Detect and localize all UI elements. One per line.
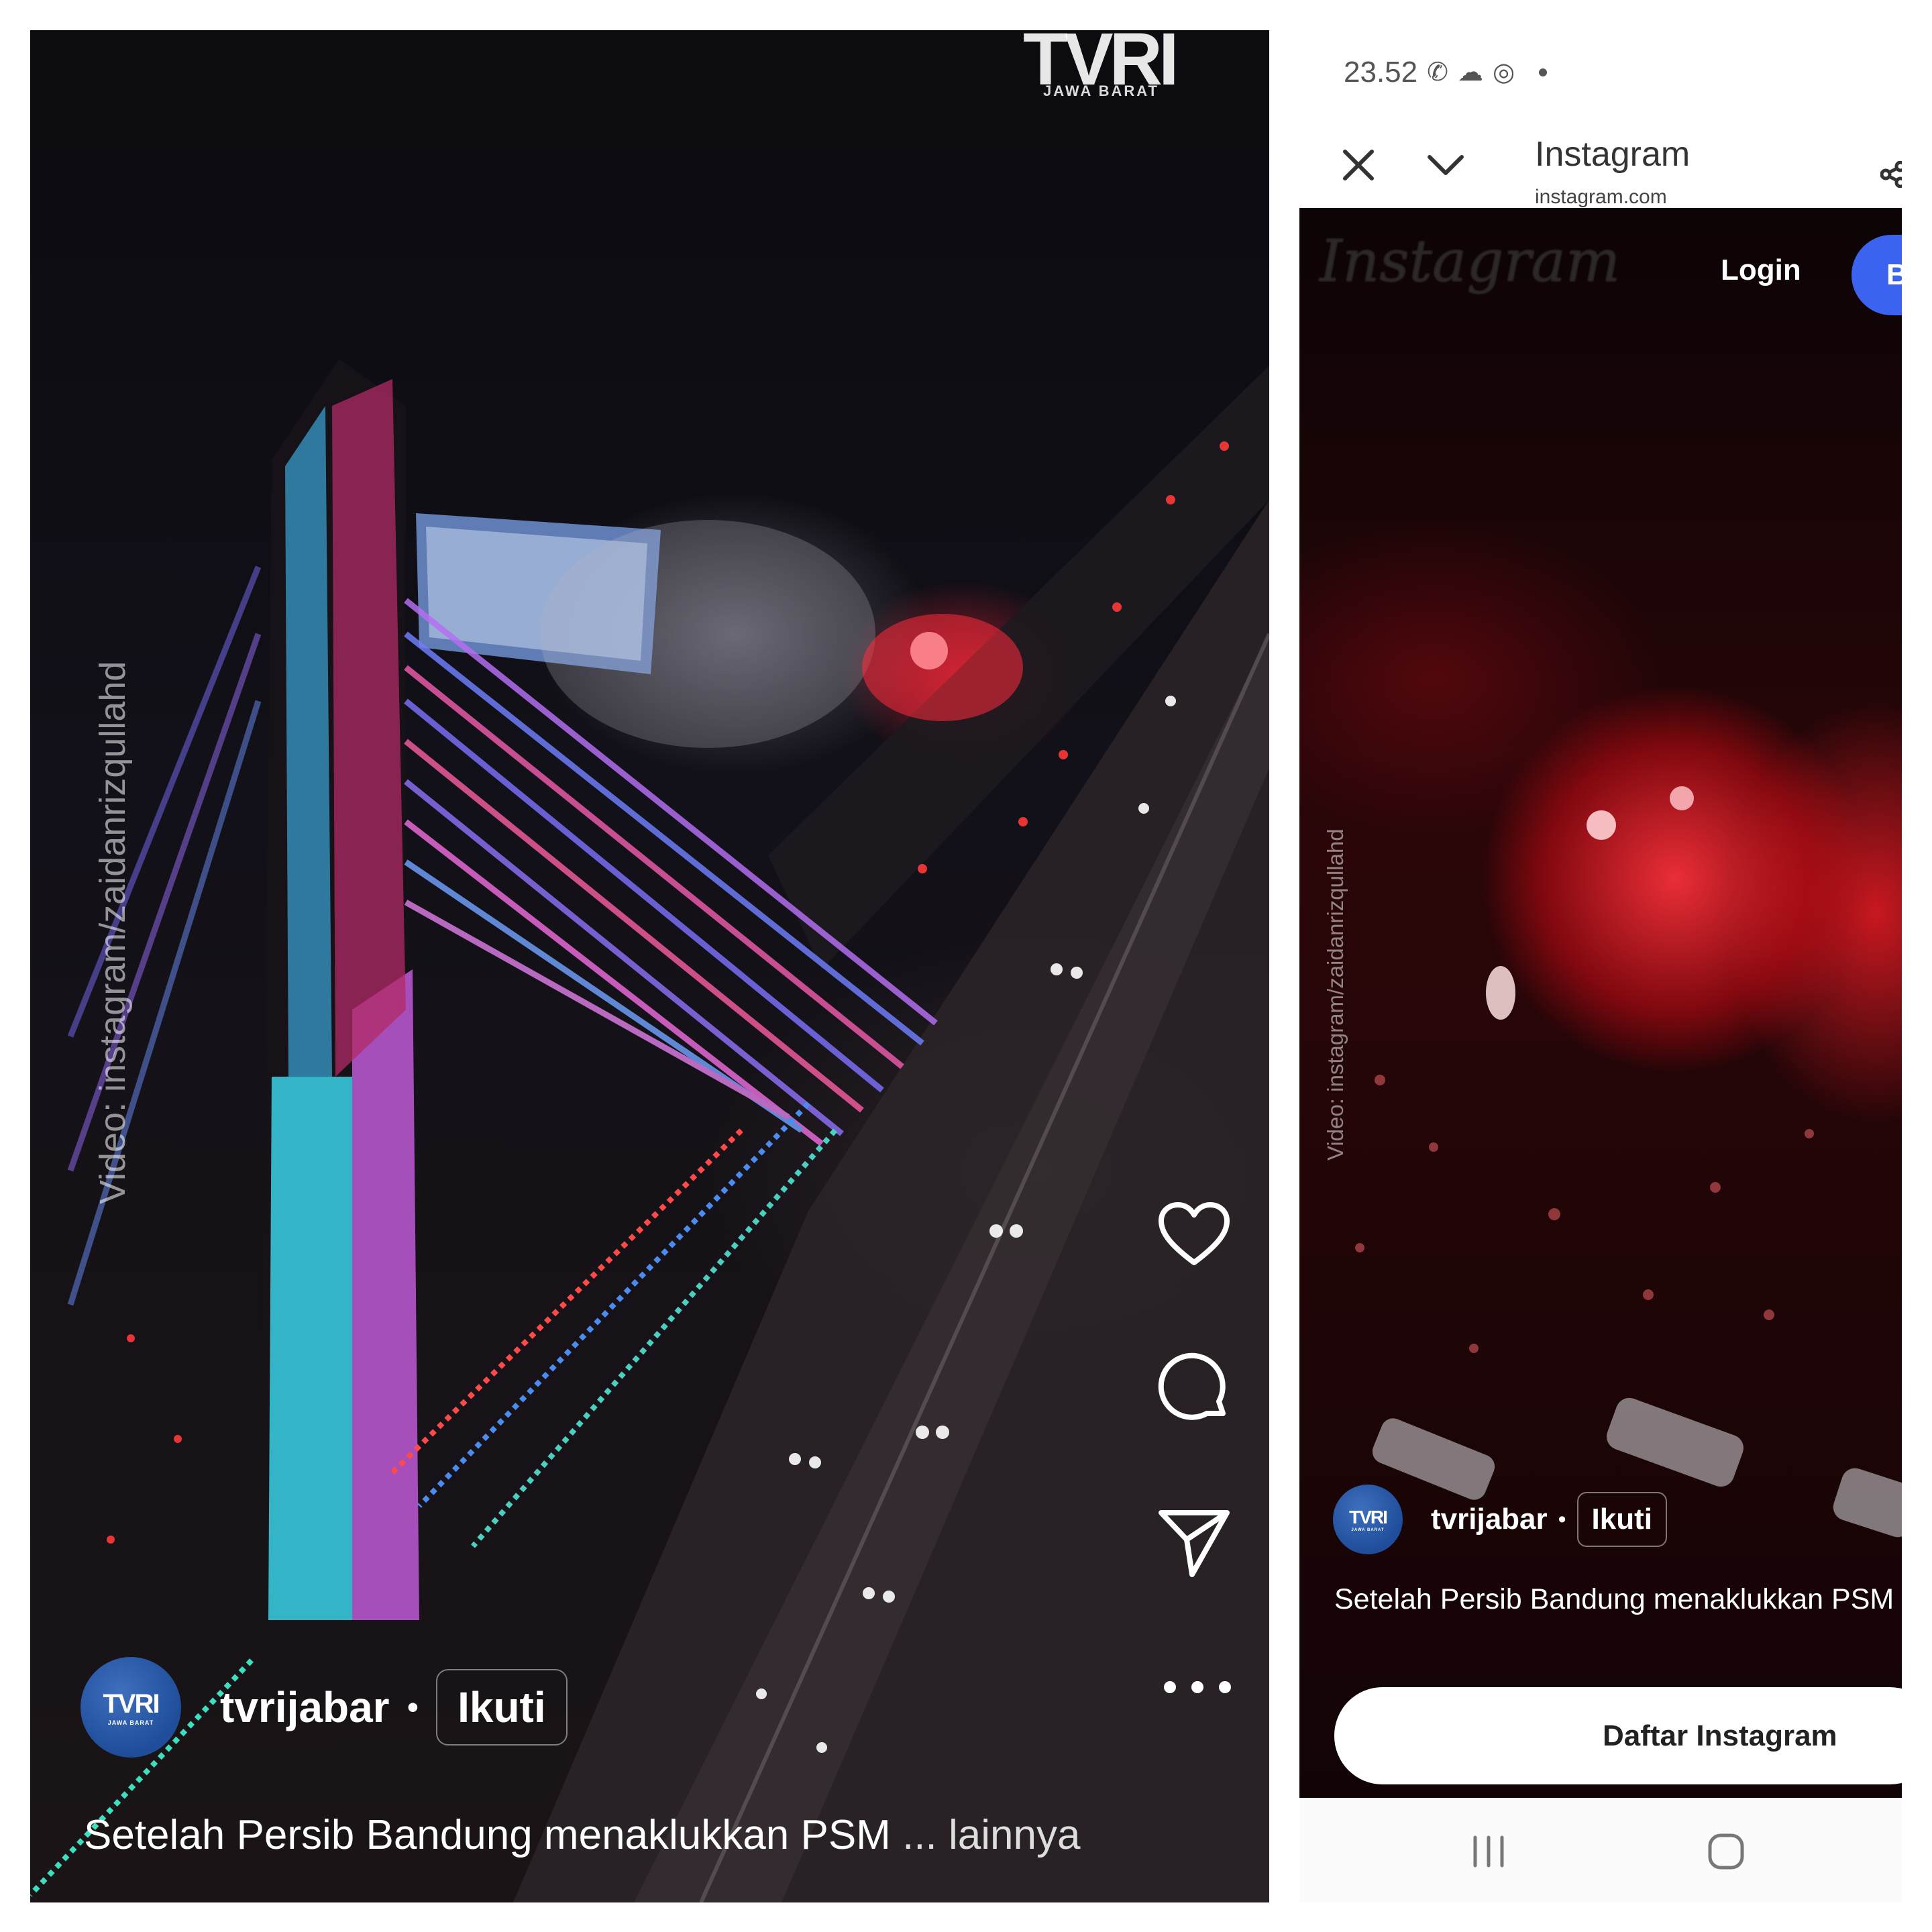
camera-icon: ◎ — [1492, 58, 1515, 87]
reel-video-left[interactable]: TVRI JAWA BARAT Video: instagram/zaidanr… — [30, 30, 1269, 1902]
caption-text: Setelah Persib Bandung menaklukkan PSM — [84, 1812, 891, 1858]
system-navigation-bar — [1299, 1798, 1902, 1902]
home-icon[interactable] — [1707, 1833, 1745, 1870]
separator-dot: • — [1558, 1506, 1566, 1532]
close-icon[interactable] — [1341, 148, 1376, 182]
more-options-button[interactable] — [1164, 1667, 1231, 1707]
chevron-down-icon[interactable] — [1426, 153, 1466, 177]
recent-apps-icon[interactable] — [1471, 1835, 1506, 1868]
cloud-icon: ☁ — [1457, 58, 1483, 87]
avatar-logo-text: TVRI — [1349, 1507, 1388, 1527]
author-row: TVRI JAWA BARAT tvrijabar • Ikuti — [1333, 1485, 1667, 1554]
avatar-logo-text: TVRI — [103, 1688, 160, 1719]
whatsapp-icon: ✆ — [1427, 58, 1448, 87]
custom-tab-toolbar: Instagram instagram.com — [1299, 101, 1902, 208]
status-time: 23.52 — [1344, 55, 1418, 89]
video-credit-watermark: Video: instagram/zaidanrizqullahd — [1323, 828, 1348, 1161]
more-icon — [1164, 1681, 1176, 1693]
status-bar: 23.52 ✆ ☁ ◎ — [1344, 44, 1548, 101]
login-link[interactable]: Login — [1721, 254, 1801, 287]
comment-button[interactable] — [1150, 1345, 1238, 1432]
author-avatar[interactable]: TVRI JAWA BARAT — [80, 1657, 181, 1758]
author-avatar[interactable]: TVRI JAWA BARAT — [1333, 1485, 1403, 1554]
video-credit-watermark: Video: instagram/zaidanrizqullahd — [93, 661, 133, 1205]
notification-dot-icon — [1539, 68, 1548, 76]
comment-icon — [1158, 1352, 1226, 1420]
follow-button[interactable]: Ikuti — [436, 1669, 568, 1746]
caption-more-link[interactable]: ... lainnya — [902, 1812, 1080, 1858]
share-icon[interactable] — [1880, 161, 1902, 188]
signup-instagram-button[interactable]: Daftar Instagram — [1334, 1687, 1902, 1784]
like-button[interactable] — [1150, 1191, 1238, 1278]
instagram-web-view[interactable]: Instagram Login B Video: instagram/zaida… — [1299, 208, 1902, 1798]
flare-crowd-scene-image — [1355, 786, 1902, 1538]
phone-browser-right: 23.52 ✆ ☁ ◎ Instagram instagram.com Inst… — [1299, 30, 1902, 1902]
avatar-logo-sub: JAWA BARAT — [107, 1719, 154, 1726]
reel-caption[interactable]: Setelah Persib Bandung menaklukkan PSM — [1334, 1583, 1894, 1616]
share-icon — [1159, 1510, 1230, 1577]
reel-actions — [1150, 1191, 1238, 1654]
author-username[interactable]: tvrijabar — [220, 1682, 390, 1732]
share-button[interactable] — [1150, 1499, 1238, 1587]
heart-icon — [1159, 1202, 1230, 1265]
reel-caption[interactable]: Setelah Persib Bandung menaklukkan PSM .… — [84, 1811, 1080, 1859]
tab-title: Instagram — [1535, 135, 1690, 174]
author-row: TVRI JAWA BARAT tvrijabar • Ikuti — [80, 1657, 568, 1758]
bridge-scene-image — [30, 359, 1269, 1902]
separator-dot: • — [407, 1688, 419, 1726]
instagram-wordmark-logo[interactable]: Instagram — [1320, 228, 1620, 295]
avatar-logo-sub: JAWA BARAT — [1351, 1528, 1385, 1532]
follow-button[interactable]: Ikuti — [1576, 1492, 1667, 1547]
author-username[interactable]: tvrijabar — [1431, 1503, 1548, 1536]
tvri-logo-subtitle: JAWA BARAT — [1043, 83, 1159, 99]
tab-url: instagram.com — [1535, 186, 1667, 208]
